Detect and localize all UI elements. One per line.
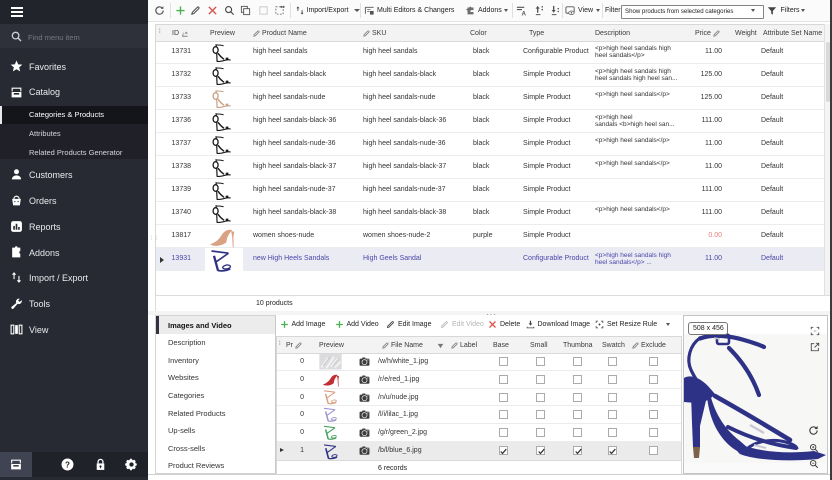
- svg-text:?: ?: [65, 460, 70, 469]
- svg-text:A: A: [521, 11, 526, 16]
